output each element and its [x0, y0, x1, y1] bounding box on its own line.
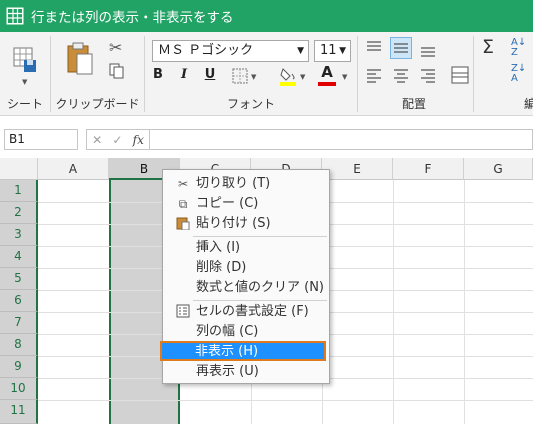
copy-icon[interactable]	[109, 63, 125, 79]
align-middle-button[interactable]	[390, 37, 412, 59]
menu-item-delete[interactable]: 削除 (D)	[163, 258, 329, 278]
function-icon[interactable]: fx	[133, 133, 144, 147]
menu-item-copy[interactable]: ⧉ コピー (C)	[163, 194, 329, 214]
font-name-select[interactable]: ＭＳ Ｐゴシック ▼	[152, 40, 309, 62]
column-header-f[interactable]: F	[393, 158, 464, 180]
border-icon[interactable]	[232, 68, 248, 84]
spreadsheet-app-icon	[6, 7, 24, 25]
row-header[interactable]: 9	[0, 356, 38, 378]
cancel-icon[interactable]: ✕	[92, 133, 102, 147]
row-header[interactable]: 10	[0, 378, 38, 400]
menu-item-column-width[interactable]: 列の幅 (C)	[163, 322, 329, 342]
chevron-down-icon[interactable]: ▼	[251, 73, 256, 81]
sort-icon[interactable]: A↓ Z	[511, 38, 526, 58]
menu-item-label: 削除 (D)	[196, 260, 247, 275]
menu-item-paste[interactable]: 貼り付け (S)	[163, 214, 329, 234]
context-menu: ✂ 切り取り (T) ⧉ コピー (C) 貼り付け (S) 挿入 (I) 削除 (D…	[160, 169, 330, 384]
menu-item-label: 貼り付け (S)	[196, 216, 271, 231]
sheet-group-label: シート	[6, 97, 43, 111]
formula-bar: B1 ✕ ✓ fx	[0, 126, 533, 152]
chevron-down-icon[interactable]: ▼	[300, 73, 305, 81]
cut-icon[interactable]: ✂	[109, 38, 122, 57]
ribbon: ▼ シート ✂ クリップボード ＭＳ Ｐゴシック ▼ 11 ▼ B I U ▼ ▼ …	[0, 32, 533, 116]
menu-item-label: 列の幅 (C)	[196, 324, 259, 339]
menu-item-label: セルの書式設定 (F)	[196, 304, 309, 319]
font-group: ＭＳ Ｐゴシック ▼ 11 ▼ B I U ▼ ▼ A ▼ フォント	[145, 32, 357, 116]
row-header[interactable]: 11	[0, 400, 38, 424]
align-left-icon[interactable]	[365, 68, 383, 84]
title-bar: 行または列の表示・非表示をする	[0, 0, 533, 32]
edit-group-label: 編	[524, 97, 533, 111]
chevron-down-icon[interactable]: ▼	[342, 73, 347, 81]
format-cells-icon	[175, 304, 191, 320]
clipboard-group-label: クリップボード	[55, 97, 140, 111]
menu-item-hide[interactable]: 非表示 (H)	[160, 341, 326, 361]
autosum-icon[interactable]: Σ	[482, 36, 494, 58]
gridline	[393, 180, 394, 424]
menu-item-label: コピー (C)	[196, 196, 259, 211]
paste-icon[interactable]	[65, 40, 95, 78]
chevron-down-icon: ▼	[297, 46, 304, 56]
formula-buttons: ✕ ✓ fx	[86, 129, 150, 150]
fill-color-icon[interactable]	[279, 65, 297, 87]
gridline	[38, 400, 533, 401]
bold-button[interactable]: B	[149, 65, 167, 85]
underline-button[interactable]: U	[201, 65, 219, 85]
font-name-value: ＭＳ Ｐゴシック	[158, 43, 254, 58]
row-header[interactable]: 5	[0, 268, 38, 290]
align-center-icon[interactable]	[392, 68, 410, 84]
alignment-group-label: 配置	[401, 97, 426, 111]
menu-item-label: 数式と値のクリア (N)	[196, 280, 325, 295]
chevron-down-icon[interactable]: ▼	[22, 78, 27, 86]
cut-icon: ✂	[177, 177, 189, 191]
select-all-corner[interactable]	[0, 158, 38, 180]
formula-input[interactable]	[150, 129, 533, 150]
window-title: 行または列の表示・非表示をする	[31, 10, 234, 26]
align-bottom-icon[interactable]	[419, 42, 437, 58]
align-middle-icon	[394, 43, 408, 53]
align-right-icon[interactable]	[419, 68, 437, 84]
menu-item-cut[interactable]: ✂ 切り取り (T)	[163, 174, 329, 194]
font-group-label: フォント	[226, 97, 275, 111]
menu-separator	[193, 300, 327, 301]
copy-icon: ⧉	[178, 197, 188, 211]
menu-item-label: 挿入 (I)	[196, 240, 241, 255]
chevron-down-icon: ▼	[339, 46, 346, 56]
paste-icon	[175, 216, 191, 232]
italic-button[interactable]: I	[175, 65, 193, 85]
menu-item-label: 非表示 (H)	[195, 344, 259, 359]
font-size-select[interactable]: 11 ▼	[314, 40, 351, 62]
menu-item-insert[interactable]: 挿入 (I)	[163, 238, 329, 258]
edit-group: Σ A↓ Z Z↓ A 編	[474, 32, 533, 116]
column-header-a[interactable]: A	[38, 158, 109, 180]
menu-separator	[193, 236, 327, 237]
menu-item-label: 再表示 (U)	[196, 364, 259, 379]
font-size-value: 11	[320, 43, 337, 58]
menu-item-label: 切り取り (T)	[196, 176, 271, 191]
row-header[interactable]: 8	[0, 334, 38, 356]
row-header[interactable]: 2	[0, 202, 38, 224]
column-header-e[interactable]: E	[322, 158, 393, 180]
menu-item-unhide[interactable]: 再表示 (U)	[163, 362, 329, 382]
merge-cells-icon[interactable]	[451, 65, 469, 85]
alignment-group: 配置	[358, 32, 470, 116]
menu-item-clear-contents[interactable]: 数式と値のクリア (N)	[163, 278, 329, 298]
menu-item-format-cells[interactable]: セルの書式設定 (F)	[163, 302, 329, 322]
row-header[interactable]: 1	[0, 180, 38, 202]
check-icon[interactable]: ✓	[112, 133, 122, 147]
align-top-icon[interactable]	[365, 40, 383, 56]
sheet-icon[interactable]	[12, 46, 40, 76]
clipboard-group: ✂ クリップボード	[51, 32, 144, 116]
sheet-group: ▼ シート	[0, 32, 50, 116]
row-header[interactable]: 6	[0, 290, 38, 312]
font-color-swatch	[318, 82, 336, 86]
font-color-button[interactable]: A	[318, 63, 336, 81]
sort-desc-icon[interactable]: Z↓ A	[511, 64, 526, 84]
row-header[interactable]: 3	[0, 224, 38, 246]
row-header[interactable]: 4	[0, 246, 38, 268]
gridline	[464, 180, 465, 424]
name-box[interactable]: B1	[4, 129, 78, 150]
column-header-g[interactable]: G	[464, 158, 533, 180]
row-header[interactable]: 7	[0, 312, 38, 334]
